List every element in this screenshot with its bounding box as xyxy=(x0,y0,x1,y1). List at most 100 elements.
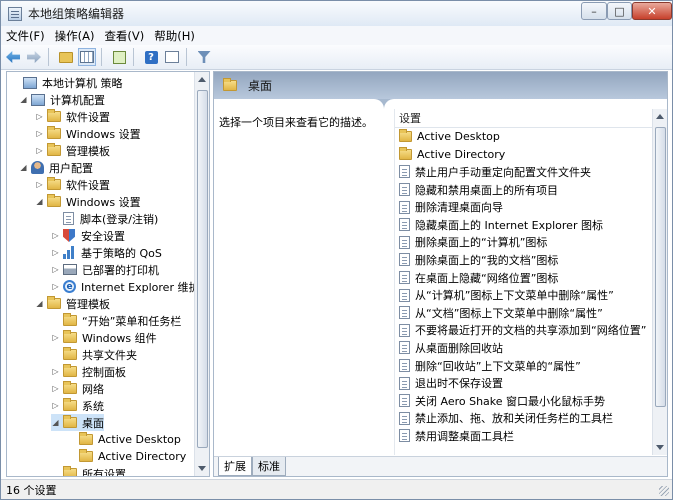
expand-toggle-icon[interactable]: ▷ xyxy=(51,231,60,240)
column-header-settings[interactable]: 设置 xyxy=(395,109,654,128)
settings-list-item[interactable]: 退出时不保存设置 xyxy=(395,374,654,392)
expand-toggle-icon[interactable]: ◢ xyxy=(35,299,44,308)
settings-list-item[interactable]: 从“文档”图标上下文菜单中删除“属性” xyxy=(395,304,654,322)
title-bar[interactable]: 本地组策略编辑器 – □ ✕ xyxy=(1,1,672,26)
tree-scrollbar[interactable] xyxy=(194,72,209,476)
setting-icon xyxy=(399,341,410,355)
show-hide-tree-icon xyxy=(80,51,94,63)
expand-toggle-icon[interactable]: ▷ xyxy=(35,146,44,155)
tree-node-label: 软件设置 xyxy=(66,110,110,124)
settings-item-label: 删除桌面上的“我的文档”图标 xyxy=(415,253,559,267)
show-hide-tree-button[interactable] xyxy=(78,48,96,66)
tree-node[interactable]: ▷ 软件设置 xyxy=(35,108,110,125)
tree-node[interactable]: ▷ 软件设置 xyxy=(35,176,110,193)
settings-list-item[interactable]: 删除桌面上的“我的文档”图标 xyxy=(395,251,654,269)
tab-extended[interactable]: 扩展 xyxy=(218,457,252,476)
menu-file[interactable]: 文件(F) xyxy=(1,28,50,44)
expand-toggle-icon[interactable]: ◢ xyxy=(19,163,28,172)
expand-toggle-icon[interactable]: ◢ xyxy=(19,95,28,104)
settings-list-item[interactable]: 从“计算机”图标上下文菜单中删除“属性” xyxy=(395,286,654,304)
settings-list-item[interactable]: 禁用调整桌面工具栏 xyxy=(395,427,654,445)
settings-list-item[interactable]: 关闭 Aero Shake 窗口最小化鼠标手势 xyxy=(395,392,654,410)
tree-node[interactable]: 本地计算机 策略 xyxy=(11,74,123,91)
forward-button[interactable] xyxy=(25,48,43,66)
tree-node[interactable]: Active Desktop xyxy=(67,431,181,448)
scroll-down-icon[interactable] xyxy=(656,445,664,450)
expand-toggle-icon[interactable]: ▷ xyxy=(51,367,60,376)
settings-list-item[interactable]: 删除“回收站”上下文菜单的“属性” xyxy=(395,357,654,375)
settings-list-item[interactable]: 删除桌面上的“计算机”图标 xyxy=(395,234,654,252)
tree-node[interactable]: ▷ 管理模板 xyxy=(35,142,110,159)
settings-list-item[interactable]: 不要将最近打开的文档的共享添加到“网络位置” xyxy=(395,322,654,340)
expand-toggle-icon[interactable]: ◢ xyxy=(51,418,60,427)
settings-list-item[interactable]: 从桌面删除回收站 xyxy=(395,339,654,357)
tree-node[interactable]: ▷ 基于策略的 QoS xyxy=(51,244,162,261)
tree-node[interactable]: ▷ e Internet Explorer 维护 xyxy=(51,278,199,295)
tree-node[interactable]: ▷ 系统 xyxy=(51,397,104,414)
settings-list-item[interactable]: 禁止添加、拖、放和关闭任务栏的工具栏 xyxy=(395,410,654,428)
expand-toggle-icon[interactable]: ▷ xyxy=(51,248,60,257)
tree-node-label: 本地计算机 策略 xyxy=(42,76,123,90)
tree-node[interactable]: ▷ Windows 设置 xyxy=(35,125,141,142)
tree-node[interactable]: 脚本(登录/注销) xyxy=(51,210,158,227)
help-button[interactable]: ? xyxy=(142,48,160,66)
expand-toggle-icon[interactable]: ▷ xyxy=(35,129,44,138)
scroll-up-icon[interactable] xyxy=(656,114,664,119)
properties-button[interactable] xyxy=(163,48,181,66)
settings-list-item[interactable]: 禁止用户手动重定向配置文件文件夹 xyxy=(395,163,654,181)
scroll-down-icon[interactable] xyxy=(198,466,206,471)
maximize-button[interactable]: □ xyxy=(607,2,632,20)
settings-list-item[interactable]: Active Desktop xyxy=(395,128,654,146)
tree-node[interactable]: ▷ 网络 xyxy=(51,380,104,397)
content-header: 桌面 xyxy=(214,72,667,99)
expand-toggle-icon[interactable]: ▷ xyxy=(51,401,60,410)
menu-action[interactable]: 操作(A) xyxy=(50,28,100,44)
export-button[interactable] xyxy=(110,48,128,66)
expand-toggle-icon[interactable]: ▷ xyxy=(51,265,60,274)
filter-button[interactable] xyxy=(195,48,213,66)
settings-list-item[interactable]: 隐藏桌面上的 Internet Explorer 图标 xyxy=(395,216,654,234)
menu-view[interactable]: 查看(V) xyxy=(99,28,149,44)
tree-node[interactable]: ◢ 桌面 xyxy=(51,414,104,431)
setting-icon xyxy=(399,306,410,320)
tree-node[interactable]: Active Directory xyxy=(67,448,186,465)
expand-toggle-icon[interactable]: ◢ xyxy=(35,197,44,206)
settings-item-label: 隐藏桌面上的 Internet Explorer 图标 xyxy=(415,218,603,232)
tree-node[interactable]: ▷ Windows 组件 xyxy=(51,329,157,346)
settings-scrollbar[interactable] xyxy=(652,109,667,455)
settings-scroll-thumb[interactable] xyxy=(655,127,666,407)
tree-node-label: 系统 xyxy=(82,399,104,413)
resize-grip-icon[interactable] xyxy=(659,486,669,496)
back-button[interactable] xyxy=(4,48,22,66)
scroll-up-icon[interactable] xyxy=(198,77,206,82)
expand-toggle-icon[interactable]: ▷ xyxy=(35,180,44,189)
expand-toggle-icon[interactable]: ▷ xyxy=(51,333,60,342)
tree-node[interactable]: 共享文件夹 xyxy=(51,346,137,363)
expand-toggle-icon[interactable]: ▷ xyxy=(51,384,60,393)
settings-list-item[interactable]: 删除清理桌面向导 xyxy=(395,198,654,216)
expand-toggle-icon[interactable]: ▷ xyxy=(35,112,44,121)
up-button[interactable] xyxy=(57,48,75,66)
tree-node[interactable]: “开始”菜单和任务栏 xyxy=(51,312,181,329)
tree-node[interactable]: ◢ 用户配置 xyxy=(19,159,93,176)
settings-list-item[interactable]: 在桌面上隐藏“网络位置”图标 xyxy=(395,269,654,287)
menu-help[interactable]: 帮助(H) xyxy=(149,28,200,44)
tree-node[interactable]: ▷ 已部署的打印机 xyxy=(51,261,159,278)
tree-node[interactable]: 所有设置 xyxy=(51,465,126,476)
tree-scroll-thumb[interactable] xyxy=(197,90,208,448)
expand-toggle-icon[interactable]: ▷ xyxy=(51,282,60,291)
folder-icon xyxy=(223,78,237,91)
tree-node-label: 桌面 xyxy=(82,416,104,430)
setting-icon xyxy=(399,411,410,425)
settings-list-item[interactable]: Active Directory xyxy=(395,146,654,164)
close-button[interactable]: ✕ xyxy=(632,2,672,20)
tree-node[interactable]: ◢ 计算机配置 xyxy=(19,91,105,108)
minimize-button[interactable]: – xyxy=(581,2,607,20)
tree-node-label: Internet Explorer 维护 xyxy=(81,280,200,294)
tree-node[interactable]: ▷ 控制面板 xyxy=(51,363,126,380)
tab-standard[interactable]: 标准 xyxy=(252,457,286,476)
settings-list-item[interactable]: 隐藏和禁用桌面上的所有项目 xyxy=(395,181,654,199)
tree-node[interactable]: ▷ 安全设置 xyxy=(51,227,125,244)
tree-node[interactable]: ◢ Windows 设置 xyxy=(35,193,141,210)
tree-node[interactable]: ◢ 管理模板 xyxy=(35,295,110,312)
